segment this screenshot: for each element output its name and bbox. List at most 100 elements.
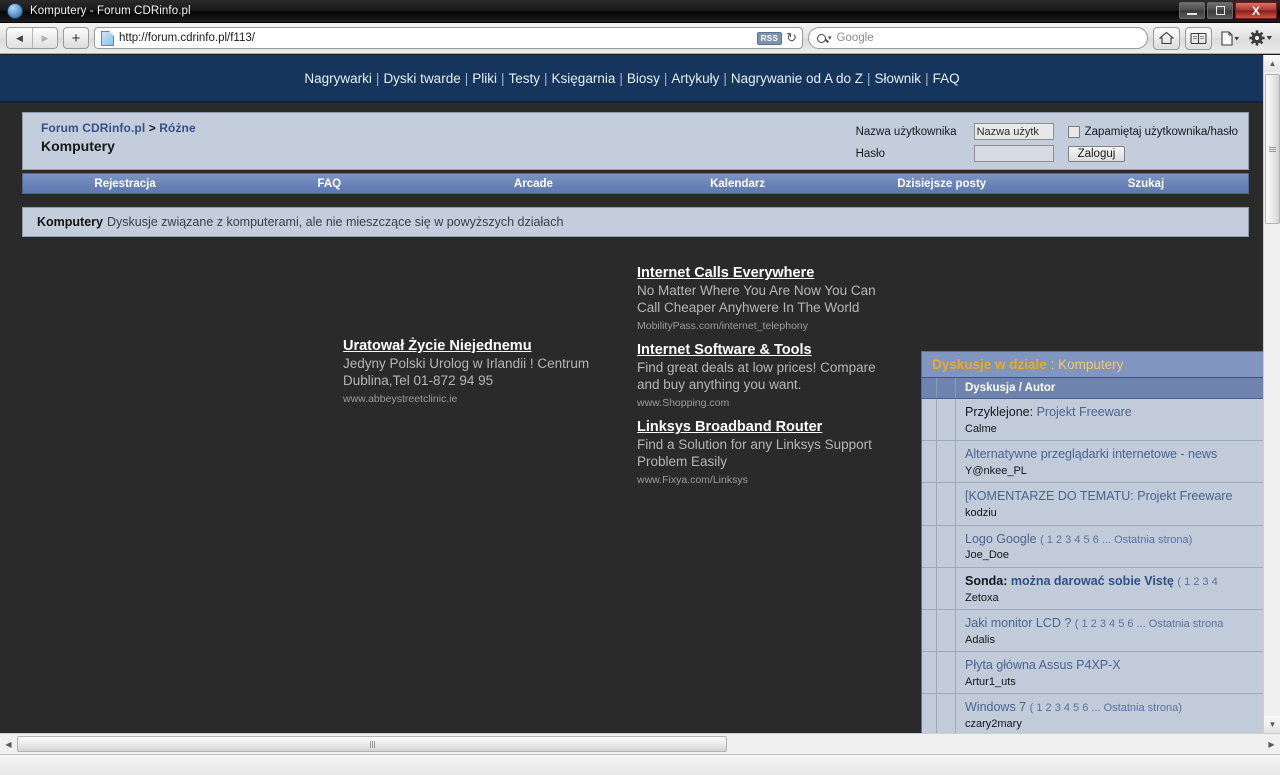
- maximize-button[interactable]: [1207, 2, 1233, 19]
- settings-menu-button[interactable]: [1248, 27, 1274, 50]
- row-content: Płyta główna Assus P4XP-X Artur1_uts: [956, 652, 1265, 693]
- nav-dzisiejsze-posty[interactable]: Dzisiejsze posty: [840, 178, 1044, 190]
- ad-title[interactable]: Internet Software & Tools: [637, 341, 937, 359]
- site-nav-item-nagrywanie-a-do-z[interactable]: Nagrywanie od A do Z: [731, 71, 863, 86]
- row-content: Przyklejone: Projekt Freeware Calme: [956, 399, 1265, 440]
- table-row[interactable]: Windows 7 ( 1 2 3 4 5 6 ... Ostatnia str…: [922, 694, 1265, 733]
- nav-faq[interactable]: FAQ: [227, 178, 431, 190]
- site-nav-item-testy[interactable]: Testy: [509, 71, 541, 86]
- table-row[interactable]: Płyta główna Assus P4XP-X Artur1_uts: [922, 652, 1265, 695]
- ad-block[interactable]: Internet Software & Tools Find great dea…: [637, 341, 937, 409]
- discussion-title[interactable]: Logo Google: [965, 532, 1037, 546]
- new-tab-button[interactable]: +: [63, 27, 89, 49]
- ad-block[interactable]: Linksys Broadband Router Find a Solution…: [637, 418, 937, 486]
- site-nav-item-pliki[interactable]: Pliki: [472, 71, 497, 86]
- discussion-author[interactable]: Zetoxa: [965, 591, 1265, 605]
- discussion-author[interactable]: Artur1_uts: [965, 675, 1265, 689]
- username-input[interactable]: Nazwa użytk: [973, 123, 1054, 140]
- discussion-author[interactable]: Adalis: [965, 633, 1265, 647]
- ad-title[interactable]: Linksys Broadband Router: [637, 418, 937, 436]
- site-nav-item-faq[interactable]: FAQ: [933, 71, 960, 86]
- site-nav-item-dyski-twarde[interactable]: Dyski twarde: [383, 71, 460, 86]
- discussion-title[interactable]: Projekt Freeware: [1037, 405, 1132, 419]
- site-nav: Nagrywarki | Dyski twarde | Pliki | Testy | Księ…: [304, 71, 959, 86]
- home-button[interactable]: [1153, 26, 1180, 50]
- horizontal-scrollbar-thumb[interactable]: [17, 736, 727, 752]
- login-area: Forum CDRinfo.pl > Różne Komputery Nazwa…: [23, 113, 1248, 169]
- horizontal-scrollbar[interactable]: ◀ ▶: [0, 733, 1280, 754]
- username-label: Nazwa użytkownika: [855, 125, 957, 138]
- discussion-title[interactable]: [KOMENTARZE DO TEMATU: Projekt Freeware: [965, 489, 1232, 503]
- discussion-title[interactable]: można darować sobie Vistę: [1011, 574, 1174, 588]
- row-content: Windows 7 ( 1 2 3 4 5 6 ... Ostatnia str…: [956, 694, 1265, 733]
- password-input[interactable]: [973, 145, 1054, 162]
- site-nav-item-nagrywarki[interactable]: Nagrywarki: [304, 71, 372, 86]
- table-row[interactable]: Alternatywne przeglądarki internetowe - …: [922, 441, 1265, 484]
- discussion-title[interactable]: Windows 7: [965, 700, 1026, 714]
- rss-icon[interactable]: RSS: [756, 31, 783, 45]
- row-content: [KOMENTARZE DO TEMATU: Projekt Freeware …: [956, 483, 1265, 524]
- nav-arcade[interactable]: Arcade: [431, 178, 635, 190]
- search-input-placeholder: Google: [836, 32, 874, 44]
- discussion-title[interactable]: Jaki monitor LCD ?: [965, 616, 1071, 630]
- address-bar[interactable]: http://forum.cdrinfo.pl/f113/ RSS ↻: [94, 27, 803, 49]
- ad-block[interactable]: Internet Calls Everywhere No Matter Wher…: [637, 264, 937, 332]
- breadcrumb-root[interactable]: Forum CDRinfo.pl: [41, 121, 145, 135]
- discussion-pages[interactable]: ( 1 2 3 4 5 6 ... Ostatnia strona): [1030, 702, 1182, 714]
- nav-kalendarz[interactable]: Kalendarz: [636, 178, 840, 190]
- discussion-prefix: Przyklejone:: [965, 405, 1034, 419]
- login-username-row: Nazwa użytkownika Nazwa użytk Zapamiętaj…: [856, 123, 1238, 140]
- breadcrumb-section[interactable]: Różne: [159, 121, 196, 135]
- bookmarks-button[interactable]: [1185, 26, 1212, 50]
- ad-url: www.Shopping.com: [637, 396, 730, 409]
- minimize-button[interactable]: [1179, 2, 1205, 19]
- ad-title[interactable]: Uratował Życie Niejednemu: [343, 337, 643, 355]
- close-button[interactable]: X: [1235, 2, 1277, 19]
- forward-icon[interactable]: ▶: [32, 28, 57, 48]
- table-row[interactable]: Sonda: można darować sobie Vistę ( 1 2 3…: [922, 567, 1265, 610]
- search-box[interactable]: ▾ Google: [808, 27, 1148, 49]
- ad-block[interactable]: Uratował Życie Niejednemu Jedyny Polski …: [343, 337, 643, 405]
- discussion-title[interactable]: Alternatywne przeglądarki internetowe - …: [965, 447, 1217, 461]
- login-submit-button[interactable]: Zaloguj: [1067, 145, 1126, 162]
- remember-me-checkbox[interactable]: [1067, 125, 1080, 138]
- reload-icon[interactable]: ↻: [786, 30, 797, 46]
- table-row[interactable]: Jaki monitor LCD ? ( 1 2 3 4 5 6 ... Ost…: [922, 609, 1265, 653]
- ad-url: www.abbeystreetclinic.ie: [343, 392, 458, 405]
- nav-rejestracja[interactable]: Rejestracja: [23, 178, 227, 190]
- discussions-header-separator: :: [1050, 357, 1055, 372]
- discussion-author[interactable]: kodziu: [965, 506, 1265, 520]
- site-nav-item-slownik[interactable]: Słownik: [875, 71, 922, 86]
- discussion-title[interactable]: Płyta główna Assus P4XP-X: [965, 658, 1121, 672]
- vertical-scrollbar-thumb[interactable]: [1265, 74, 1280, 224]
- scroll-right-button[interactable]: ▶: [1263, 734, 1280, 754]
- discussion-author[interactable]: Joe_Doe: [965, 548, 1265, 562]
- row-icon-cell: [937, 441, 956, 483]
- scroll-down-button[interactable]: ▼: [1264, 716, 1280, 733]
- ad-title[interactable]: Internet Calls Everywhere: [637, 264, 937, 282]
- discussion-pages[interactable]: ( 1 2 3 4 5 6 ... Ostatnia strona: [1075, 618, 1224, 630]
- table-row[interactable]: Logo Google ( 1 2 3 4 5 6 ... Ostatnia s…: [922, 525, 1265, 568]
- site-nav-item-biosy[interactable]: Biosy: [627, 71, 660, 86]
- discussion-title-line: Alternatywne przeglądarki internetowe - …: [965, 446, 1265, 463]
- scroll-up-button[interactable]: ▲: [1264, 55, 1280, 72]
- site-nav-item-ksiegarnia[interactable]: Księgarnia: [552, 71, 616, 86]
- table-row[interactable]: Przyklejone: Projekt Freeware Calme: [922, 399, 1265, 442]
- forum-description-bar: Komputery Dyskusje związane z komputerami…: [22, 207, 1249, 237]
- discussion-author[interactable]: Calme: [965, 422, 1265, 436]
- nav-szukaj[interactable]: Szukaj: [1044, 178, 1248, 190]
- discussion-pages[interactable]: ( 1 2 3 4: [1177, 576, 1217, 588]
- vertical-scrollbar[interactable]: ▲ ▼: [1263, 55, 1280, 733]
- site-nav-item-artykuly[interactable]: Artykuły: [671, 71, 719, 86]
- discussion-author[interactable]: czary2mary: [965, 717, 1265, 731]
- discussion-pages[interactable]: ( 1 2 3 4 5 6 ... Ostatnia strona): [1040, 534, 1192, 546]
- scroll-left-button[interactable]: ◀: [0, 734, 17, 754]
- discussion-title-line: Sonda: można darować sobie Vistę ( 1 2 3…: [965, 573, 1265, 590]
- discussion-author[interactable]: Y@nkee_PL: [965, 464, 1265, 478]
- row-status-cell: [922, 441, 937, 483]
- table-row[interactable]: [KOMENTARZE DO TEMATU: Projekt Freeware …: [922, 483, 1265, 526]
- remember-me-group[interactable]: Zapamiętaj użytkownika/hasło: [1067, 125, 1238, 138]
- forum-name: Komputery: [37, 215, 103, 229]
- back-icon[interactable]: ◀: [7, 28, 32, 48]
- page-menu-button[interactable]: [1217, 27, 1243, 50]
